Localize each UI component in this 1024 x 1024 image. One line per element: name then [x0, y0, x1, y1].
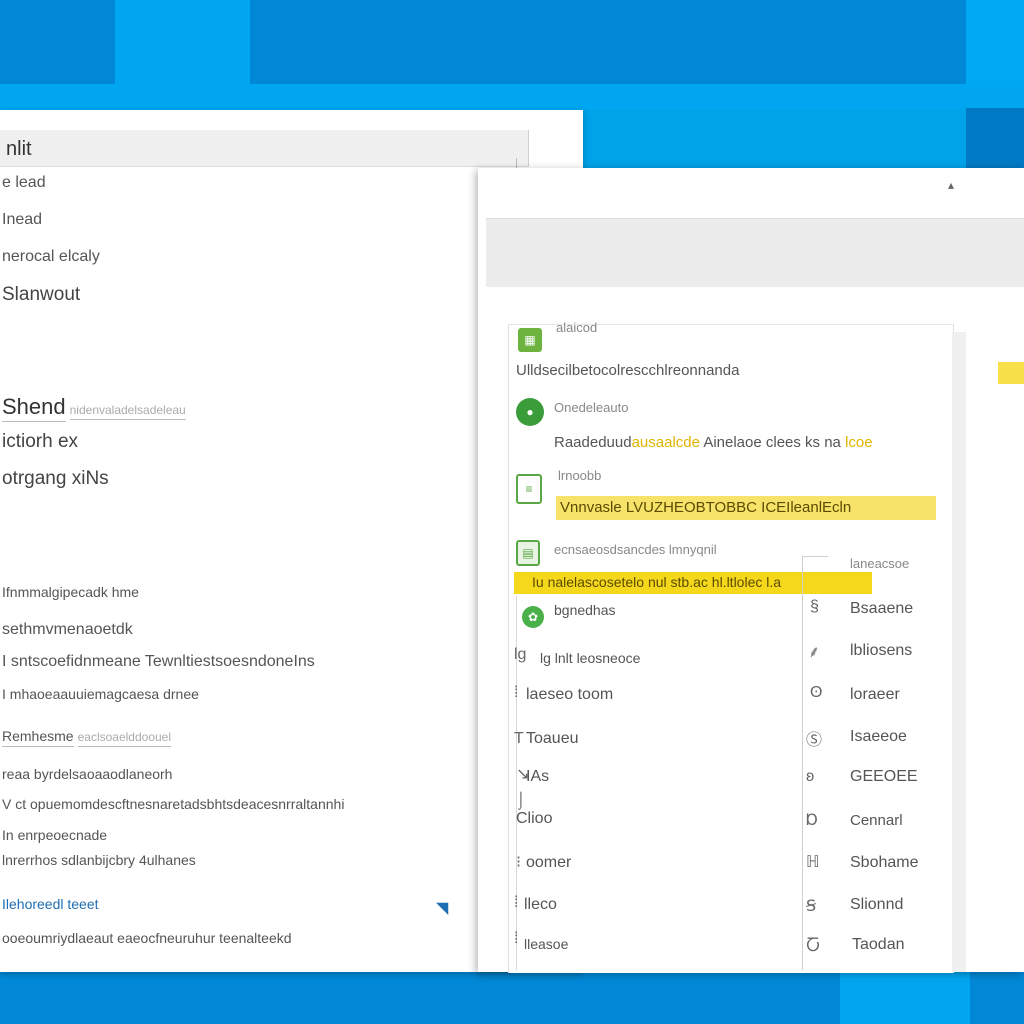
list-row-left-5[interactable]: IAs [526, 768, 549, 786]
dash-icon: ⁝ [516, 854, 522, 871]
column-divider-tick [802, 556, 828, 557]
section2-heading: Remhesme eaclsoaelddoouel [2, 728, 172, 747]
list-row-right-8[interactable]: Slionnd [850, 896, 903, 914]
group3-highlight-text[interactable]: Vnnvasle LVUZHEOBTOBBC ICEIleanlEcln [560, 499, 851, 516]
detail-line-3: I sntscoefidnmeane TewnltiestsoesndoneIn… [2, 653, 315, 670]
detail2-line-4: lnrerrhos sdlanbijcbry 4ulhanes [2, 852, 196, 868]
shared-title-suffix: nidenvaladelsadeleau [69, 403, 186, 420]
shared-sub-item-2[interactable]: otrgang xiNs [2, 468, 109, 490]
panel-shadow [952, 332, 966, 972]
row-glyph-1: § [810, 598, 819, 615]
row-glyph-8: Ꞩ [806, 898, 817, 915]
list-row-right-3[interactable]: loraeer [850, 686, 900, 704]
desktop-top-light-block [115, 0, 250, 84]
row-glyph-2: ⸙ [808, 644, 821, 661]
list-row-right-7[interactable]: Sbohame [850, 854, 919, 872]
group2-line-rest: Ainelaoe clees ks na [703, 434, 841, 451]
detail2-line-3: In enrpeoecnade [2, 827, 108, 843]
list-row-left-6[interactable]: Clioo [516, 810, 552, 828]
list-row-right-4[interactable]: Isaeeoe [850, 728, 907, 746]
group3-header: lrnoobb [558, 468, 602, 483]
window-control-icon[interactable]: ▴ [948, 178, 954, 192]
shared-section-heading: Shend nidenvaladelsadeleau [2, 394, 186, 422]
list-row-right-5[interactable]: GEEOEE [850, 768, 918, 786]
circle-app-icon: ● [516, 398, 544, 426]
detail2-line-2: V ct opuemomdescftnesnaretadsbhtsdeacesn… [2, 796, 345, 812]
list-row-left-3[interactable]: laeseo toom [526, 686, 613, 704]
list-row-left-9[interactable]: lleasoe [524, 936, 568, 952]
left-window-titlebar[interactable]: nlit [0, 130, 529, 174]
shared-sub-item-1[interactable]: ictiorh ex [2, 431, 78, 453]
group2-line-end: lcoe [845, 434, 873, 451]
bracket-icon: ⁞ [514, 930, 519, 947]
shared-title: Shend [2, 394, 66, 422]
list-row-right-6[interactable]: Cennarl [850, 812, 903, 829]
desktop-right-block [966, 108, 1024, 168]
grid-icon: ▤ [516, 540, 540, 566]
list-icon: ⁞ [514, 684, 519, 701]
yellow-side-tab[interactable] [998, 362, 1024, 384]
menu-item-1[interactable]: e lead [2, 174, 46, 192]
column-divider [802, 556, 803, 970]
list-row-right-2[interactable]: lbliosens [850, 642, 912, 660]
group1-line[interactable]: Ulldsecilbetocolrescchlreonnanda [516, 362, 739, 379]
bar-icon: ⌡ [516, 792, 526, 809]
left-window-footer: ooeoumriydlaeaut eaeocfneuruhur teenalte… [2, 930, 292, 946]
section2-label: Remhesme [2, 728, 74, 747]
group2-header: Onedeleauto [554, 400, 629, 415]
menu-item-3[interactable]: nerocal elcaly [2, 248, 100, 266]
group1-header: alaicod [556, 320, 598, 335]
row-glyph-3: ʘ [810, 684, 823, 701]
column-header: laneacsoe [850, 556, 910, 571]
list-row-left-1[interactable]: bgnedhas [554, 602, 616, 618]
spreadsheet-icon: ≡ [516, 474, 542, 504]
group2-line[interactable]: Raadeduudausaalcde Ainelaoe clees ks na … [554, 434, 873, 451]
row-glyph-6: Ɒ [806, 812, 819, 829]
right-window-titlebar[interactable]: ▴ [478, 168, 1024, 218]
list-row-left-2[interactable]: lg lnlt leosneoce [540, 650, 640, 666]
list-row-left-8[interactable]: lleco [524, 896, 557, 914]
menu-item-4[interactable]: Slanwout [2, 284, 80, 306]
group2-line-highlight: ausaalcde [631, 434, 700, 451]
group2-line-start: Raadeduud [554, 434, 632, 451]
doc-icon: lg [514, 646, 527, 663]
left-window-title: nlit [6, 138, 32, 160]
detail-line-1: Ifnmmalgipecadk hme [2, 584, 139, 600]
gear-icon: ✿ [522, 606, 544, 628]
group4-highlight-text[interactable]: Iu nalelascosetelo nul stb.ac hl.ltlolec… [532, 574, 781, 590]
detail-line-4: I mhaoeaauuiemagcaesa drnee [2, 686, 199, 702]
text-icon: T [514, 730, 524, 747]
cursor-arrow-icon: ◥ [436, 900, 449, 917]
detail2-line-1: reaa byrdelsaoaaodlaneorh [2, 766, 173, 782]
section2-suffix: eaclsoaelddoouel [77, 730, 172, 747]
right-window-toolbar [486, 218, 1024, 287]
detail-line-2: sethmvmenaoetdk [2, 621, 133, 638]
left-window-link[interactable]: Ilehoreedl teeet [2, 896, 99, 912]
doc2-icon: ⁞ [514, 894, 519, 911]
list-row-right-9[interactable]: Taodan [852, 936, 905, 954]
group4-header: ecnsaeosdsancdes lmnyqnil [554, 542, 717, 557]
list-row-left-7[interactable]: oomer [526, 854, 571, 872]
row-glyph-7: ℍ [806, 854, 820, 871]
row-glyph-9: Ⴀ [806, 938, 820, 955]
list-row-right-1[interactable]: Bsaaene [850, 600, 913, 618]
row-glyph-4: Ⓢ [806, 732, 823, 749]
row-glyph-5: ʚ [806, 768, 815, 785]
sheet-app-icon: ▦ [518, 328, 542, 352]
desktop-bottom-light-block [840, 972, 970, 1024]
list-row-left-4[interactable]: Toaueu [526, 730, 579, 748]
menu-item-2[interactable]: Inead [2, 211, 42, 229]
desktop-stripe [0, 84, 1024, 110]
